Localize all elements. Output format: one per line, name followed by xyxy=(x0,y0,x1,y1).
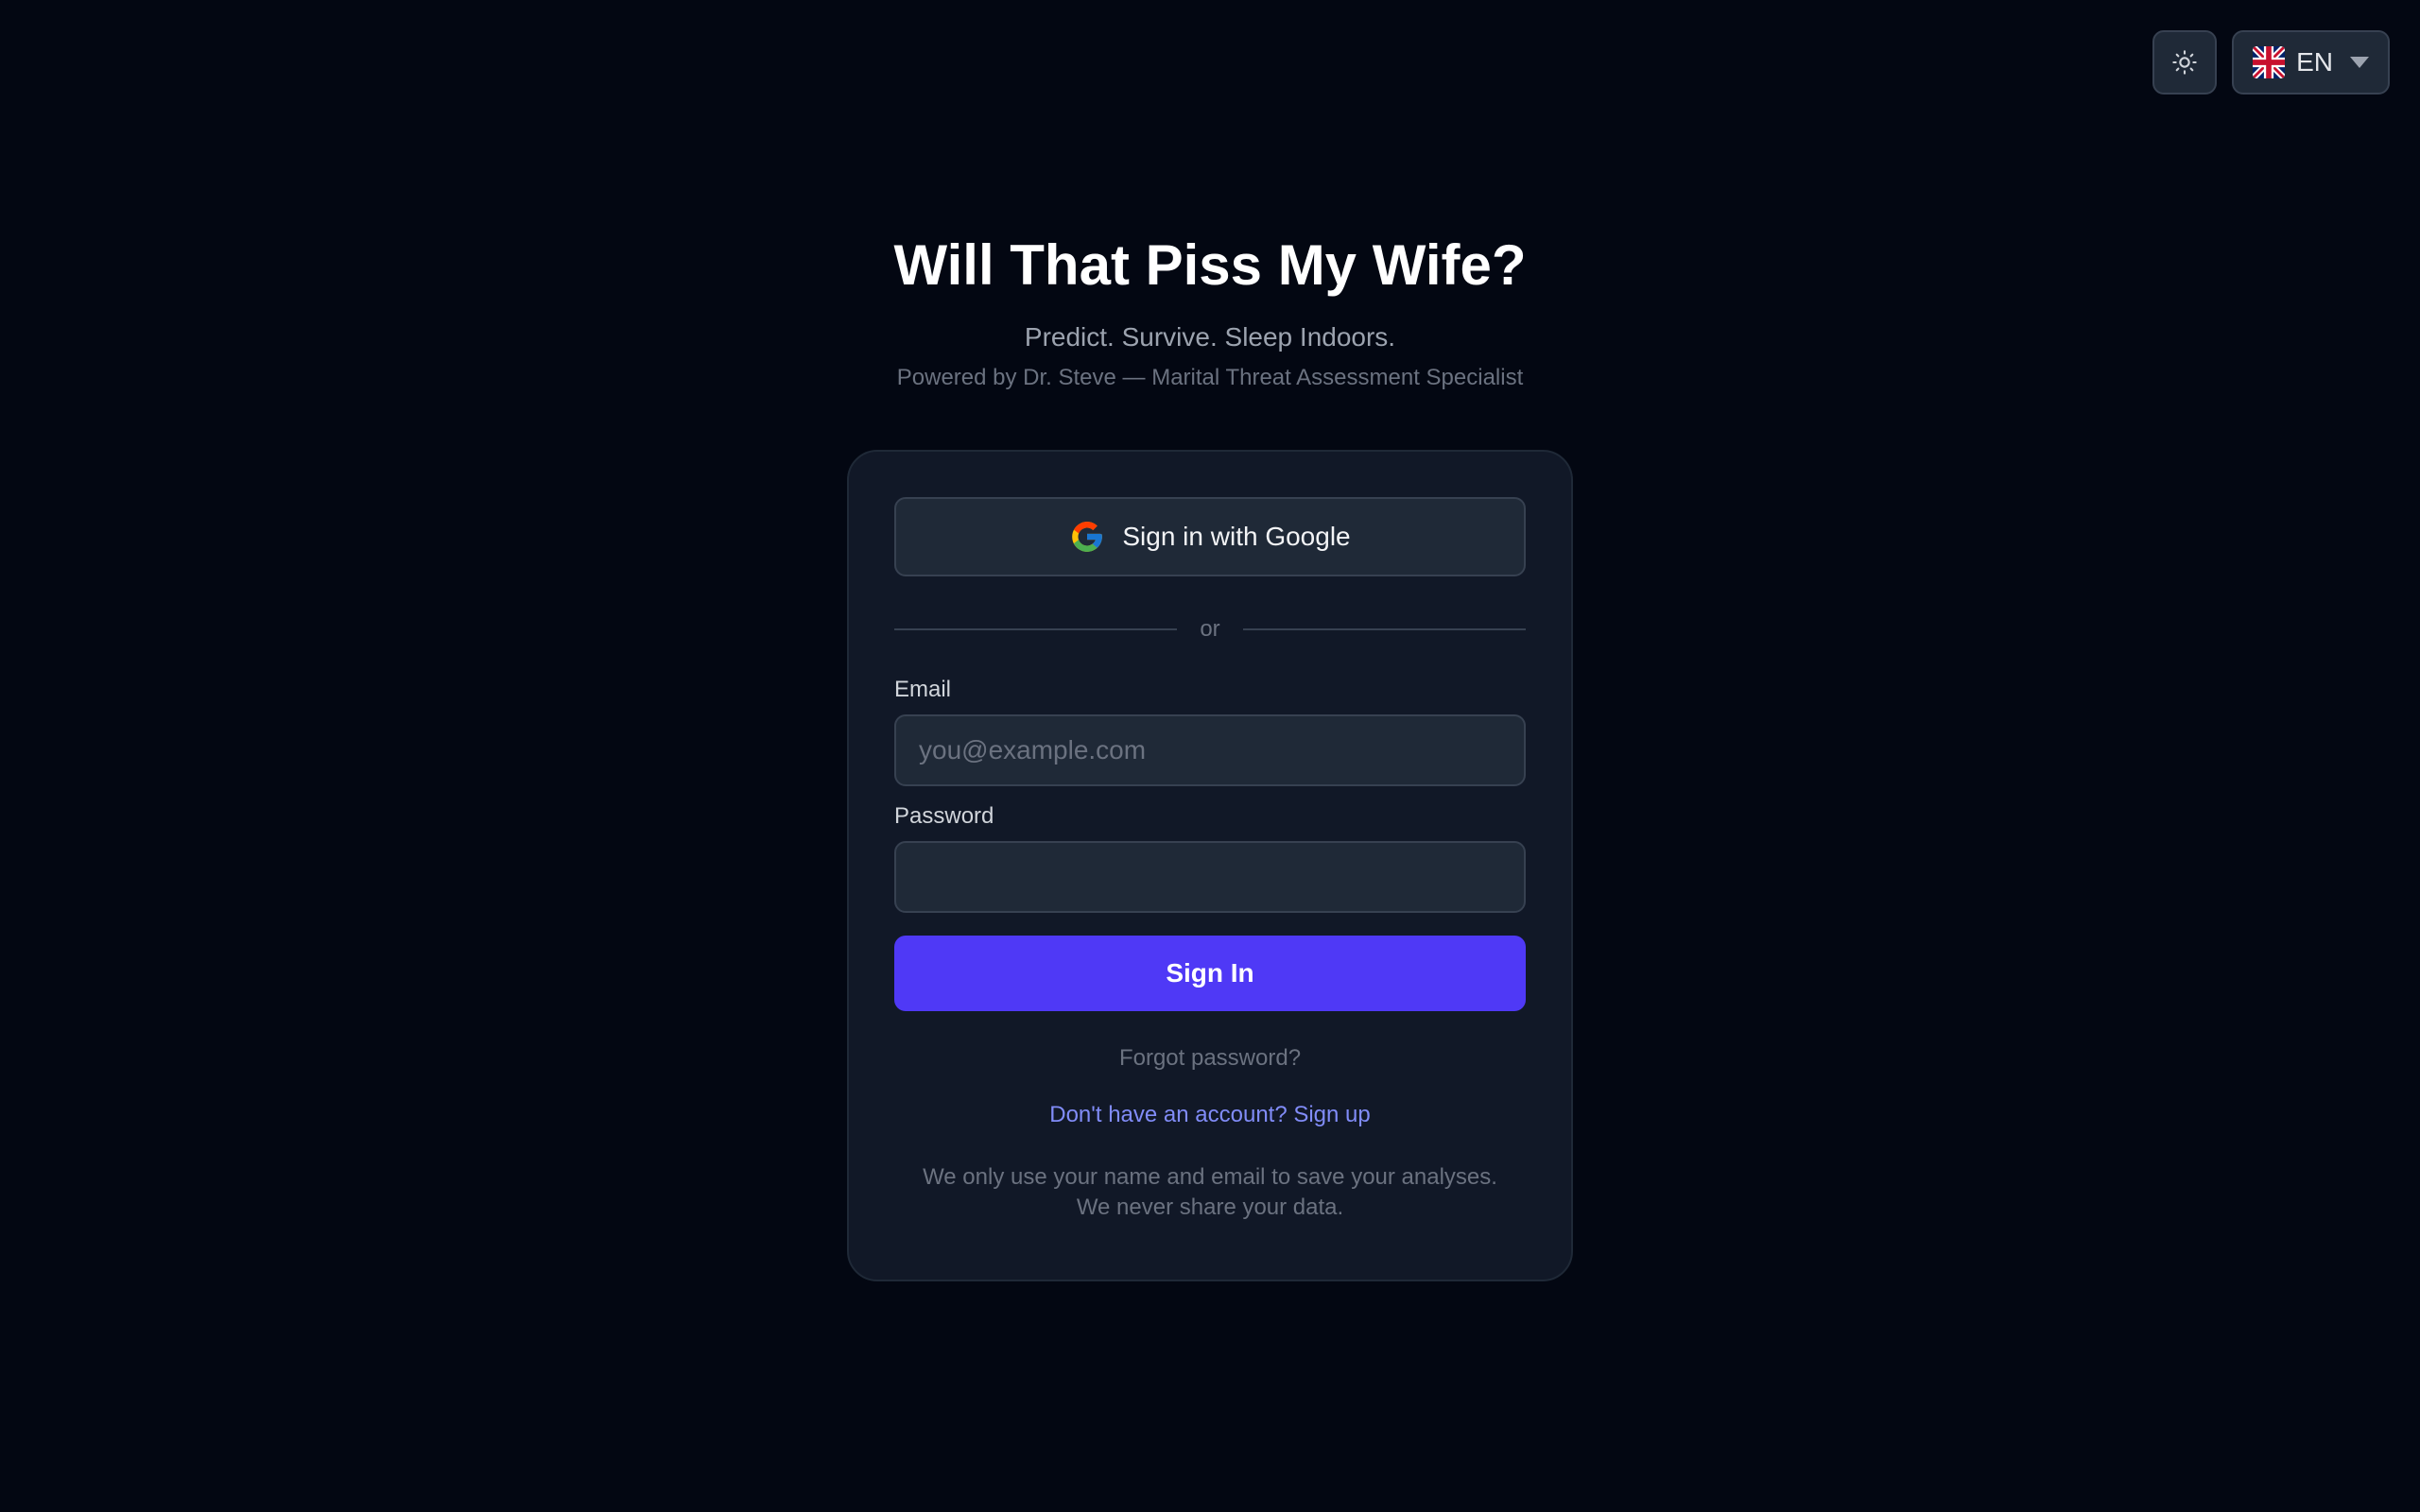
divider-line-right xyxy=(1242,628,1526,630)
powered-by-text: Powered by Dr. Steve — Marital Threat As… xyxy=(896,365,1524,390)
email-label: Email xyxy=(894,677,952,702)
theme-toggle-button[interactable] xyxy=(2152,30,2218,94)
or-divider: or xyxy=(894,610,1526,648)
google-signin-button[interactable]: Sign in with Google xyxy=(894,497,1526,576)
sun-icon xyxy=(2172,50,2197,75)
password-label: Password xyxy=(894,803,994,829)
privacy-line-1: We only use your name and email to save … xyxy=(923,1164,1497,1190)
divider-line-left xyxy=(894,628,1178,630)
tagline: Predict. Survive. Sleep Indoors. xyxy=(1024,322,1396,352)
page-header: Will That Piss My Wife? Predict. Survive… xyxy=(0,227,2420,393)
uk-flag-icon xyxy=(2253,46,2286,78)
sign-up-link[interactable]: Don't have an account? Sign up xyxy=(894,1100,1526,1130)
language-label: EN xyxy=(2296,47,2333,77)
login-page: EN Will That Piss My Wife? Predict. Surv… xyxy=(0,0,2420,1512)
page-title: Will That Piss My Wife? xyxy=(893,233,1527,297)
google-signin-label: Sign in with Google xyxy=(1122,522,1351,551)
chevron-down-icon xyxy=(2350,57,2369,68)
sign-in-button[interactable]: Sign In xyxy=(894,936,1526,1011)
language-select[interactable]: EN xyxy=(2232,30,2390,94)
password-field[interactable] xyxy=(894,841,1526,913)
login-card: Sign in with Google or Email Password Si… xyxy=(847,450,1573,1281)
top-controls: EN xyxy=(2152,30,2390,94)
google-icon xyxy=(1072,522,1103,552)
divider-text: or xyxy=(1200,616,1220,642)
forgot-password-link[interactable]: Forgot password? xyxy=(894,1043,1526,1074)
privacy-notice: We only use your name and email to save … xyxy=(894,1162,1526,1223)
email-field[interactable] xyxy=(894,714,1526,786)
privacy-line-2: We never share your data. xyxy=(1076,1194,1344,1220)
